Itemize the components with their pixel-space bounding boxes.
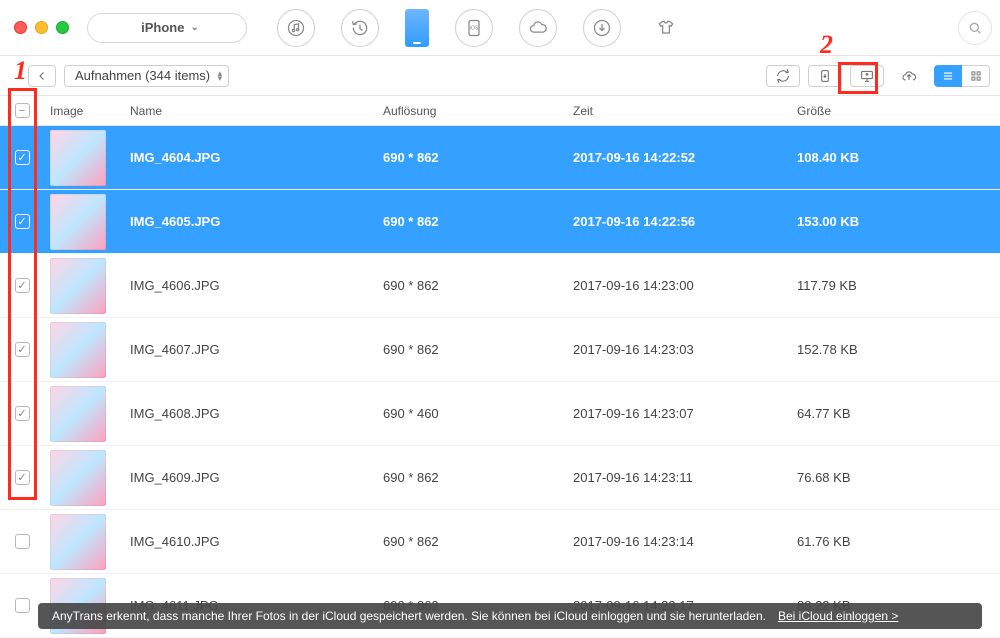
minimize-window-button[interactable] xyxy=(35,21,48,34)
column-name[interactable]: Name xyxy=(118,104,383,118)
file-size: 61.76 KB xyxy=(797,534,851,549)
thumbnail xyxy=(50,194,106,250)
file-name: IMG_4605.JPG xyxy=(130,214,220,229)
thumbnail xyxy=(50,514,106,570)
row-checkbox[interactable] xyxy=(15,598,30,613)
row-checkbox[interactable] xyxy=(15,214,30,229)
thumbnail xyxy=(50,130,106,186)
svg-text:iOS: iOS xyxy=(470,25,479,31)
ios-category-button[interactable]: iOS xyxy=(455,9,493,47)
file-resolution: 690 * 862 xyxy=(383,470,439,485)
download-category-button[interactable] xyxy=(583,9,621,47)
icloud-banner: AnyTrans erkennt, dass manche Ihrer Foto… xyxy=(38,603,982,629)
row-checkbox[interactable] xyxy=(15,534,30,549)
thumbnail xyxy=(50,386,106,442)
file-time: 2017-09-16 14:23:11 xyxy=(573,470,693,485)
column-time[interactable]: Zeit xyxy=(573,104,797,118)
send-to-device-button[interactable] xyxy=(808,65,842,87)
list-view-button[interactable] xyxy=(934,65,962,87)
top-toolbar: iPhone ⌄ iOS xyxy=(0,0,1000,56)
tshirt-category-button[interactable] xyxy=(647,9,685,47)
column-resolution[interactable]: Auflösung xyxy=(383,104,573,118)
file-size: 153.00 KB xyxy=(797,214,859,229)
file-size: 76.68 KB xyxy=(797,470,851,485)
window-controls xyxy=(14,21,69,34)
table-row[interactable]: IMG_4608.JPG 690 * 460 2017-09-16 14:23:07… xyxy=(0,382,1000,446)
file-time: 2017-09-16 14:23:03 xyxy=(573,342,694,357)
row-checkbox[interactable] xyxy=(15,278,30,293)
file-size: 117.79 KB xyxy=(797,278,857,293)
row-checkbox[interactable] xyxy=(15,406,30,421)
upload-to-cloud-button[interactable] xyxy=(892,65,926,87)
device-label: iPhone xyxy=(141,20,184,35)
chevron-down-icon: ⌄ xyxy=(190,22,198,33)
table-row[interactable]: IMG_4606.JPG 690 * 862 2017-09-16 14:23:00… xyxy=(0,254,1000,318)
file-resolution: 690 * 862 xyxy=(383,214,439,229)
send-to-pc-button[interactable] xyxy=(850,65,884,87)
column-size[interactable]: Größe xyxy=(797,104,1000,118)
banner-text: AnyTrans erkennt, dass manche Ihrer Foto… xyxy=(52,609,766,623)
device-category-button[interactable] xyxy=(405,9,429,47)
table-row[interactable]: IMG_4610.JPG 690 * 862 2017-09-16 14:23:14… xyxy=(0,510,1000,574)
file-time: 2017-09-16 14:23:00 xyxy=(573,278,694,293)
search-button[interactable] xyxy=(958,11,992,45)
file-name: IMG_4607.JPG xyxy=(130,342,220,357)
music-category-button[interactable] xyxy=(277,9,315,47)
history-category-button[interactable] xyxy=(341,9,379,47)
file-resolution: 690 * 460 xyxy=(383,406,439,421)
table-row[interactable]: IMG_4609.JPG 690 * 862 2017-09-16 14:23:11… xyxy=(0,446,1000,510)
file-resolution: 690 * 862 xyxy=(383,342,439,357)
thumbnail xyxy=(50,322,106,378)
icloud-category-button[interactable] xyxy=(519,9,557,47)
row-checkbox[interactable] xyxy=(15,342,30,357)
file-name: IMG_4610.JPG xyxy=(130,534,220,549)
row-checkbox[interactable] xyxy=(15,470,30,485)
file-size: 152.78 KB xyxy=(797,342,858,357)
table-row[interactable]: IMG_4607.JPG 690 * 862 2017-09-16 14:23:03… xyxy=(0,318,1000,382)
refresh-button[interactable] xyxy=(766,65,800,87)
close-window-button[interactable] xyxy=(14,21,27,34)
folder-selector[interactable]: Aufnahmen (344 items) ▴▾ xyxy=(64,65,229,87)
zoom-window-button[interactable] xyxy=(56,21,69,34)
file-name: IMG_4609.JPG xyxy=(130,470,220,485)
file-size: 64.77 KB xyxy=(797,406,851,421)
file-name: IMG_4608.JPG xyxy=(130,406,220,421)
table-header: Image Name Auflösung Zeit Größe xyxy=(0,96,1000,126)
stepper-icon: ▴▾ xyxy=(218,71,223,81)
thumbnail xyxy=(50,258,106,314)
device-selector[interactable]: iPhone ⌄ xyxy=(87,13,247,43)
file-name: IMG_4606.JPG xyxy=(130,278,220,293)
back-button[interactable] xyxy=(28,65,56,87)
file-time: 2017-09-16 14:23:07 xyxy=(573,406,694,421)
table-row[interactable]: IMG_4604.JPG 690 * 862 2017-09-16 14:22:52… xyxy=(0,126,1000,190)
folder-label: Aufnahmen (344 items) xyxy=(75,68,210,83)
column-image[interactable]: Image xyxy=(44,104,118,118)
file-resolution: 690 * 862 xyxy=(383,534,439,549)
grid-view-button[interactable] xyxy=(962,65,990,87)
table-row[interactable]: IMG_4605.JPG 690 * 862 2017-09-16 14:22:56… xyxy=(0,190,1000,254)
file-time: 2017-09-16 14:22:56 xyxy=(573,214,695,229)
banner-link[interactable]: Bei iCloud einloggen > xyxy=(778,609,898,623)
file-name: IMG_4604.JPG xyxy=(130,150,220,165)
file-resolution: 690 * 862 xyxy=(383,278,439,293)
select-all-checkbox[interactable] xyxy=(15,103,30,118)
view-toggle xyxy=(934,65,990,87)
file-size: 108.40 KB xyxy=(797,150,859,165)
row-checkbox[interactable] xyxy=(15,150,30,165)
table-body: IMG_4604.JPG 690 * 862 2017-09-16 14:22:52… xyxy=(0,126,1000,638)
action-bar: Aufnahmen (344 items) ▴▾ xyxy=(0,56,1000,96)
file-resolution: 690 * 862 xyxy=(383,150,439,165)
category-toolbar: iOS xyxy=(277,9,685,47)
thumbnail xyxy=(50,450,106,506)
file-time: 2017-09-16 14:22:52 xyxy=(573,150,695,165)
file-time: 2017-09-16 14:23:14 xyxy=(573,534,694,549)
